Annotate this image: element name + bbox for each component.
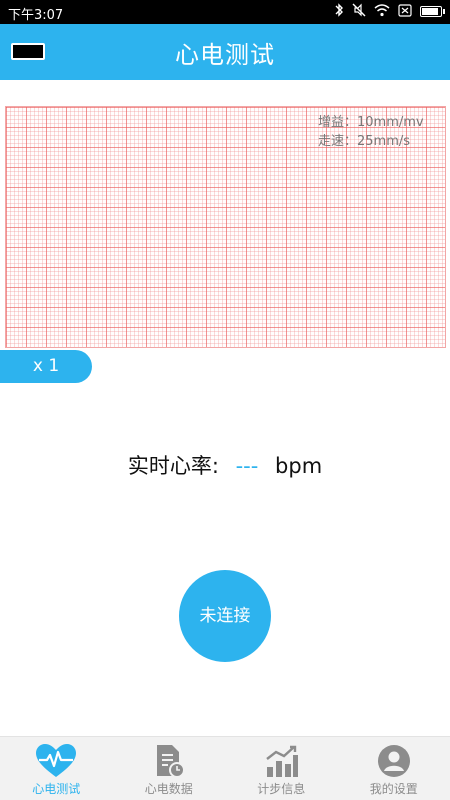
tab-step-info[interactable]: 计步信息 <box>225 737 338 800</box>
document-clock-icon <box>156 745 185 778</box>
bottom-tab-bar: 心电测试 心电数据 计步信息 我的设置 <box>0 736 450 800</box>
status-bar: 下午3:07 <box>0 0 450 24</box>
tab-my-settings[interactable]: 我的设置 <box>338 737 450 800</box>
status-time: 下午3:07 <box>8 8 64 23</box>
bluetooth-icon <box>334 3 344 20</box>
heart-rate-unit: bpm <box>275 454 323 478</box>
tab-ecg-test[interactable]: 心电测试 <box>0 737 113 800</box>
user-icon <box>377 745 410 777</box>
heart-rate-label: 实时心率: <box>127 454 219 478</box>
status-icons <box>334 3 445 20</box>
connect-button[interactable]: 未连接 <box>179 570 271 662</box>
heart-rate-readout: 实时心率: --- bpm <box>0 450 450 480</box>
status-battery-icon <box>420 6 445 17</box>
ecg-gain-label: 增益：10mm/mv <box>318 115 424 130</box>
tab-ecg-data[interactable]: 心电数据 <box>113 737 226 800</box>
bar-chart-icon <box>266 745 299 777</box>
no-sim-icon <box>398 3 412 20</box>
heart-rate-value: --- <box>235 454 259 478</box>
wifi-icon <box>374 3 390 20</box>
ecg-info: 增益：10mm/mv 走速：25mm/s <box>318 113 424 151</box>
page-title: 心电测试 <box>175 41 275 69</box>
zoom-button[interactable]: x 1 <box>0 350 92 383</box>
heart-ecg-icon <box>36 744 77 777</box>
ecg-speed-label: 走速：25mm/s <box>318 134 411 149</box>
tab-label: 计步信息 <box>257 782 306 796</box>
tab-label: 心电数据 <box>144 782 193 796</box>
app-bar: 心电测试 <box>0 24 450 80</box>
no-sound-icon <box>352 3 366 20</box>
tab-label: 我的设置 <box>369 782 418 796</box>
tab-label: 心电测试 <box>32 782 81 796</box>
